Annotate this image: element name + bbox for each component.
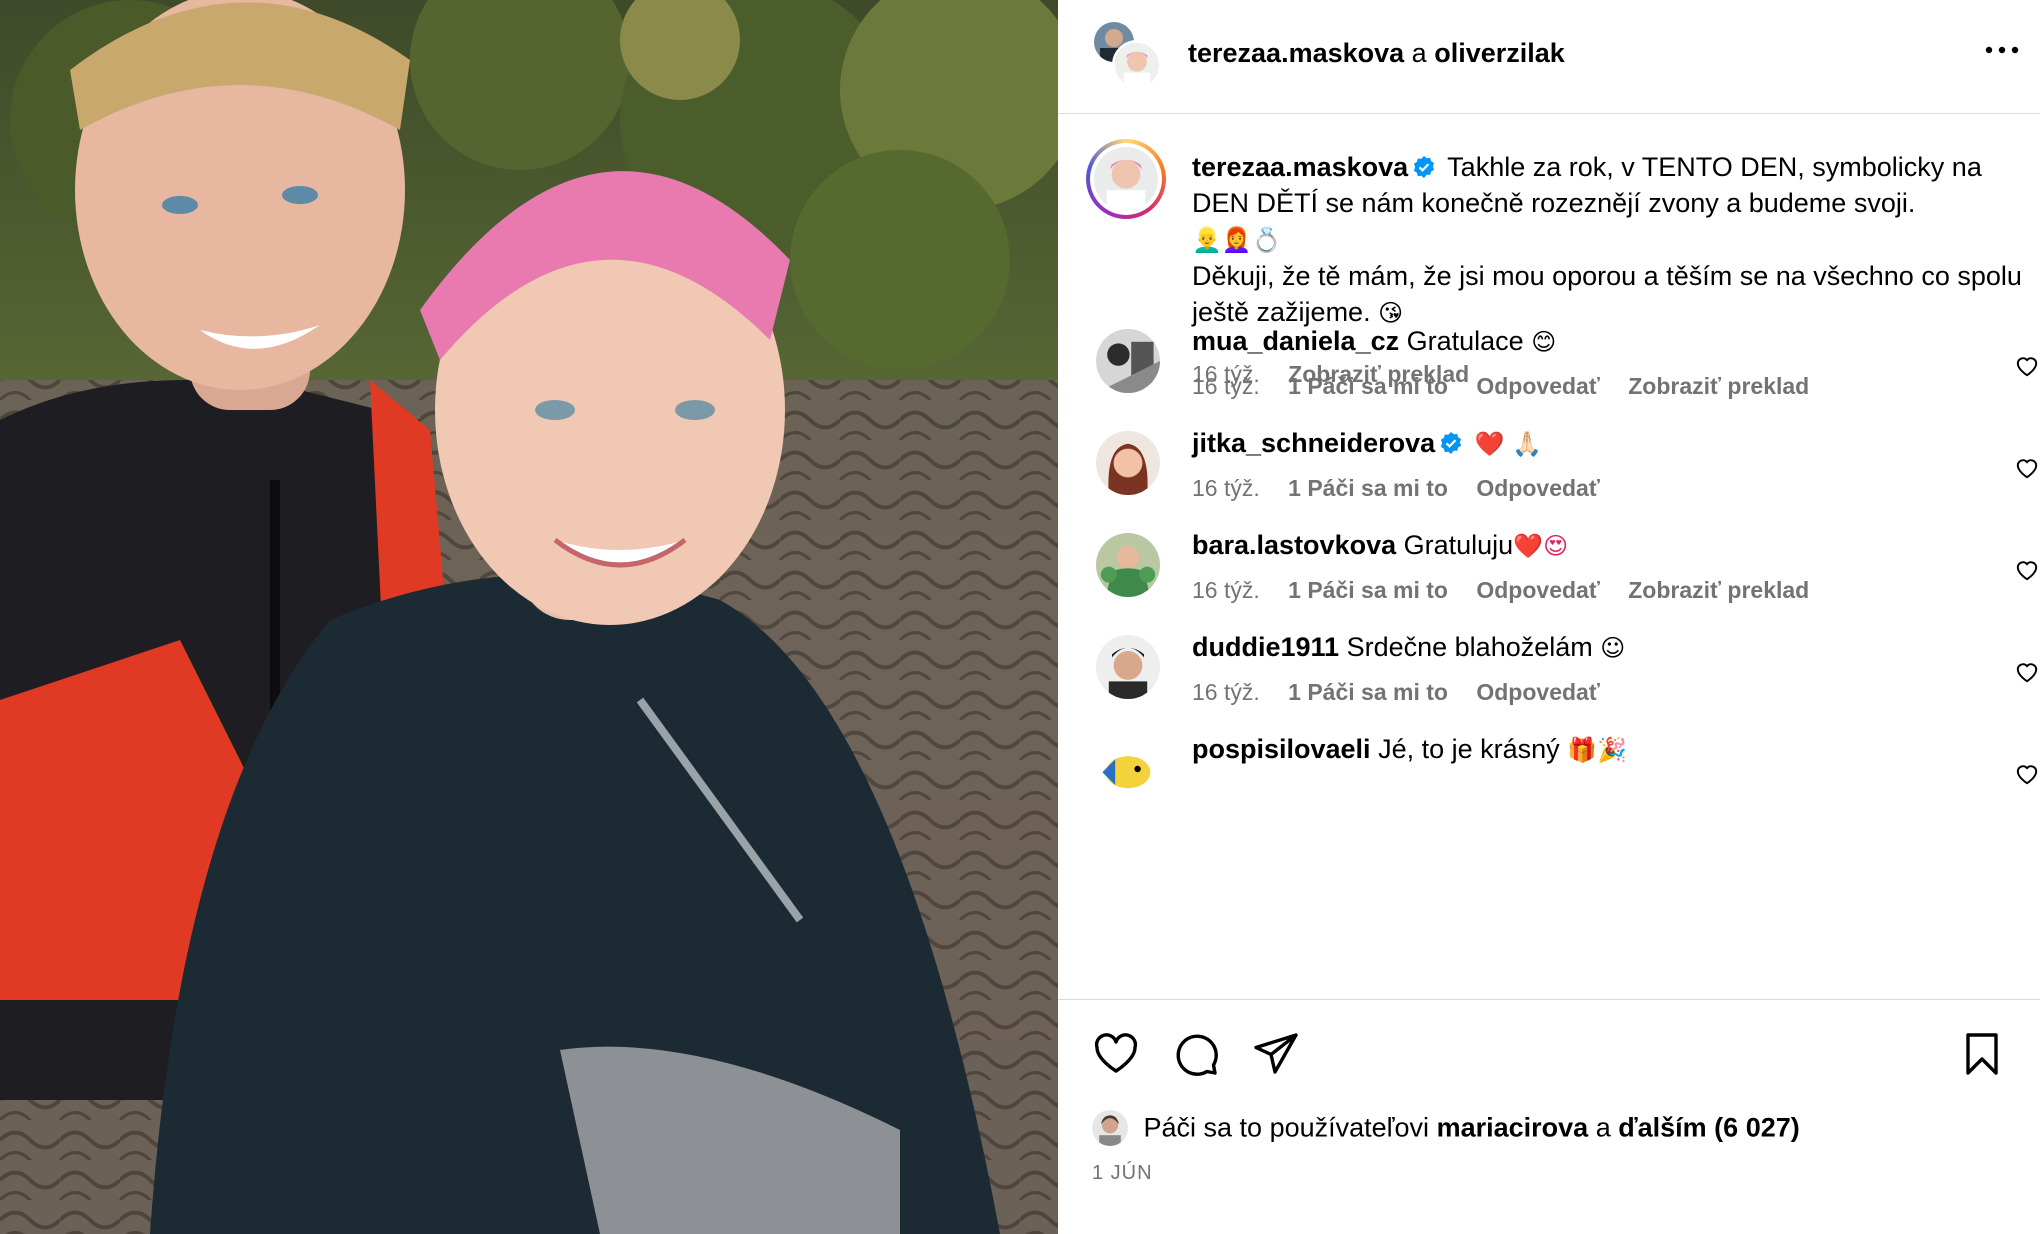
comment-username[interactable]: bara.lastovkova [1192,530,1396,560]
comment-time[interactable]: 16 týž. [1192,679,1260,705]
comment-heart-icon[interactable] [2014,659,2040,685]
comment-text: mua_daniela_cz Gratulace 😊 [1192,323,1556,360]
comment-item: jitka_schneiderova ❤️ 🙏🏻 16 týž. 1 Páči … [1086,425,2038,535]
header-title: terezaa.maskova a oliverzilak [1188,38,1565,69]
comment-heart-icon[interactable] [2014,455,2040,481]
comment-meta: 16 týž. 1 Páči sa mi to Odpovedať [1192,475,1622,502]
caption-body: terezaa.maskova Takhle za rok, v TENTO D… [1192,149,2022,331]
comment-username[interactable]: jitka_schneiderova [1192,428,1435,458]
comment-meta: 16 týž. 1 Páči sa mi to Odpovedať Zobraz… [1192,373,1831,400]
post-photo-illustration [0,0,1058,1234]
comment-emoji: 🎁🎉 [1567,736,1627,764]
bookmark-icon[interactable] [1958,1030,2006,1078]
comment-likes[interactable]: 1 Páči sa mi to [1288,679,1448,705]
comment-text: bara.lastovkova Gratuluju❤️😍 [1192,527,1568,564]
comment-likes[interactable]: 1 Páči sa mi to [1288,577,1448,603]
header-separator: a [1411,38,1427,68]
comment-heart-icon[interactable] [2014,353,2040,379]
comment-likes[interactable]: 1 Páči sa mi to [1288,373,1448,399]
comment-meta: 16 týž. 1 Páči sa mi to Odpovedať Zobraz… [1192,577,1831,604]
likes-prefix: Páči sa to používateľovi [1143,1112,1430,1143]
avatar[interactable] [1096,635,1160,699]
reply-button[interactable]: Odpovedať [1476,475,1599,501]
comment-heart-icon[interactable] [2014,761,2040,787]
avatar[interactable] [1096,431,1160,495]
comment-body: Gratuluju [1403,530,1514,560]
caption-username[interactable]: terezaa.maskova [1192,152,1408,182]
comment-heart-icon[interactable] [2014,557,2040,583]
comment-text: pospisilovaeli Jé, to je krásný 🎁🎉 [1192,731,1627,768]
likes-others[interactable]: ďalším (6 027) [1618,1113,1800,1143]
comment-icon[interactable] [1172,1030,1220,1078]
verified-badge-icon [1414,156,1435,178]
likes-summary: Páči sa to používateľovi mariacirova a ď… [1092,1110,1800,1150]
caption-text-line2: Děkuji, že tě mám, že jsi mou oporou a t… [1192,261,2022,327]
heart-icon[interactable] [1092,1030,1140,1078]
post-panel: terezaa.maskova a oliverzilak terezaa.ma… [1058,0,2040,1234]
reply-button[interactable]: Odpovedať [1476,679,1599,705]
caption-emojis: 👱‍♂️👩‍🦰💍 [1192,226,1282,254]
comment-translate-link[interactable]: Zobraziť preklad [1628,373,1809,399]
comment-body: Srdečne blahoželám [1346,632,1593,662]
comment-username[interactable]: mua_daniela_cz [1192,326,1399,356]
comment-item: pospisilovaeli Jé, to je krásný 🎁🎉 [1086,731,2038,841]
comment-time[interactable]: 16 týž. [1192,577,1260,603]
likes-user[interactable]: mariacirova [1437,1113,1589,1143]
comment-emoji: 😊 [1531,328,1557,356]
comment-item: bara.lastovkova Gratuluju❤️😍 16 týž. 1 P… [1086,527,2038,637]
post-date[interactable]: 1 JÚN [1092,1162,1153,1185]
comment-body: Jé, to je krásný [1378,734,1560,764]
likes-joiner: a [1595,1112,1611,1143]
comment-text: duddie1911 Srdečne blahoželám ☺ [1192,629,1625,666]
share-icon[interactable] [1252,1030,1300,1078]
reply-button[interactable]: Odpovedať [1476,373,1599,399]
more-horizontal-icon[interactable] [1984,43,2020,57]
avatar[interactable] [1096,533,1160,597]
post-actions: Páči sa to používateľovi mariacirova a ď… [1058,999,2040,1234]
header-username-2[interactable]: oliverzilak [1434,38,1565,68]
comment-translate-link[interactable]: Zobraziť preklad [1628,577,1809,603]
post-photo [0,0,1058,1234]
story-ring[interactable] [1086,139,1166,219]
header-username-1[interactable]: terezaa.maskova [1188,38,1404,68]
post-header: terezaa.maskova a oliverzilak [1058,0,2040,114]
comment-meta: 16 týž. 1 Páči sa mi to Odpovedať [1192,679,1622,706]
avatar[interactable] [1096,737,1160,801]
comment-time[interactable]: 16 týž. [1192,373,1260,399]
comment-item: mua_daniela_cz Gratulace 😊 16 týž. 1 Páč… [1086,323,2038,433]
comment-emoji: ☺ [1600,634,1626,662]
comment-time[interactable]: 16 týž. [1192,475,1260,501]
comment-username[interactable]: pospisilovaeli [1192,734,1371,764]
collab-avatars[interactable] [1092,20,1162,90]
comment-body: Gratulace [1406,326,1524,356]
avatar[interactable] [1112,40,1162,90]
comment-likes[interactable]: 1 Páči sa mi to [1288,475,1448,501]
comment-emoji: ❤️😍 [1513,532,1569,560]
comment-text: jitka_schneiderova ❤️ 🙏🏻 [1192,425,1542,462]
verified-badge-icon [1441,432,1462,454]
comments-scroll-area[interactable]: terezaa.maskova Takhle za rok, v TENTO D… [1058,115,2040,999]
comment-item: duddie1911 Srdečne blahoželám ☺ 16 týž. … [1086,629,2038,739]
reply-button[interactable]: Odpovedať [1476,577,1599,603]
avatar[interactable] [1094,147,1158,211]
avatar[interactable] [1096,329,1160,393]
comment-emoji: ❤️ 🙏🏻 [1474,430,1543,458]
avatar[interactable] [1092,1110,1128,1146]
comment-username[interactable]: duddie1911 [1192,632,1339,662]
